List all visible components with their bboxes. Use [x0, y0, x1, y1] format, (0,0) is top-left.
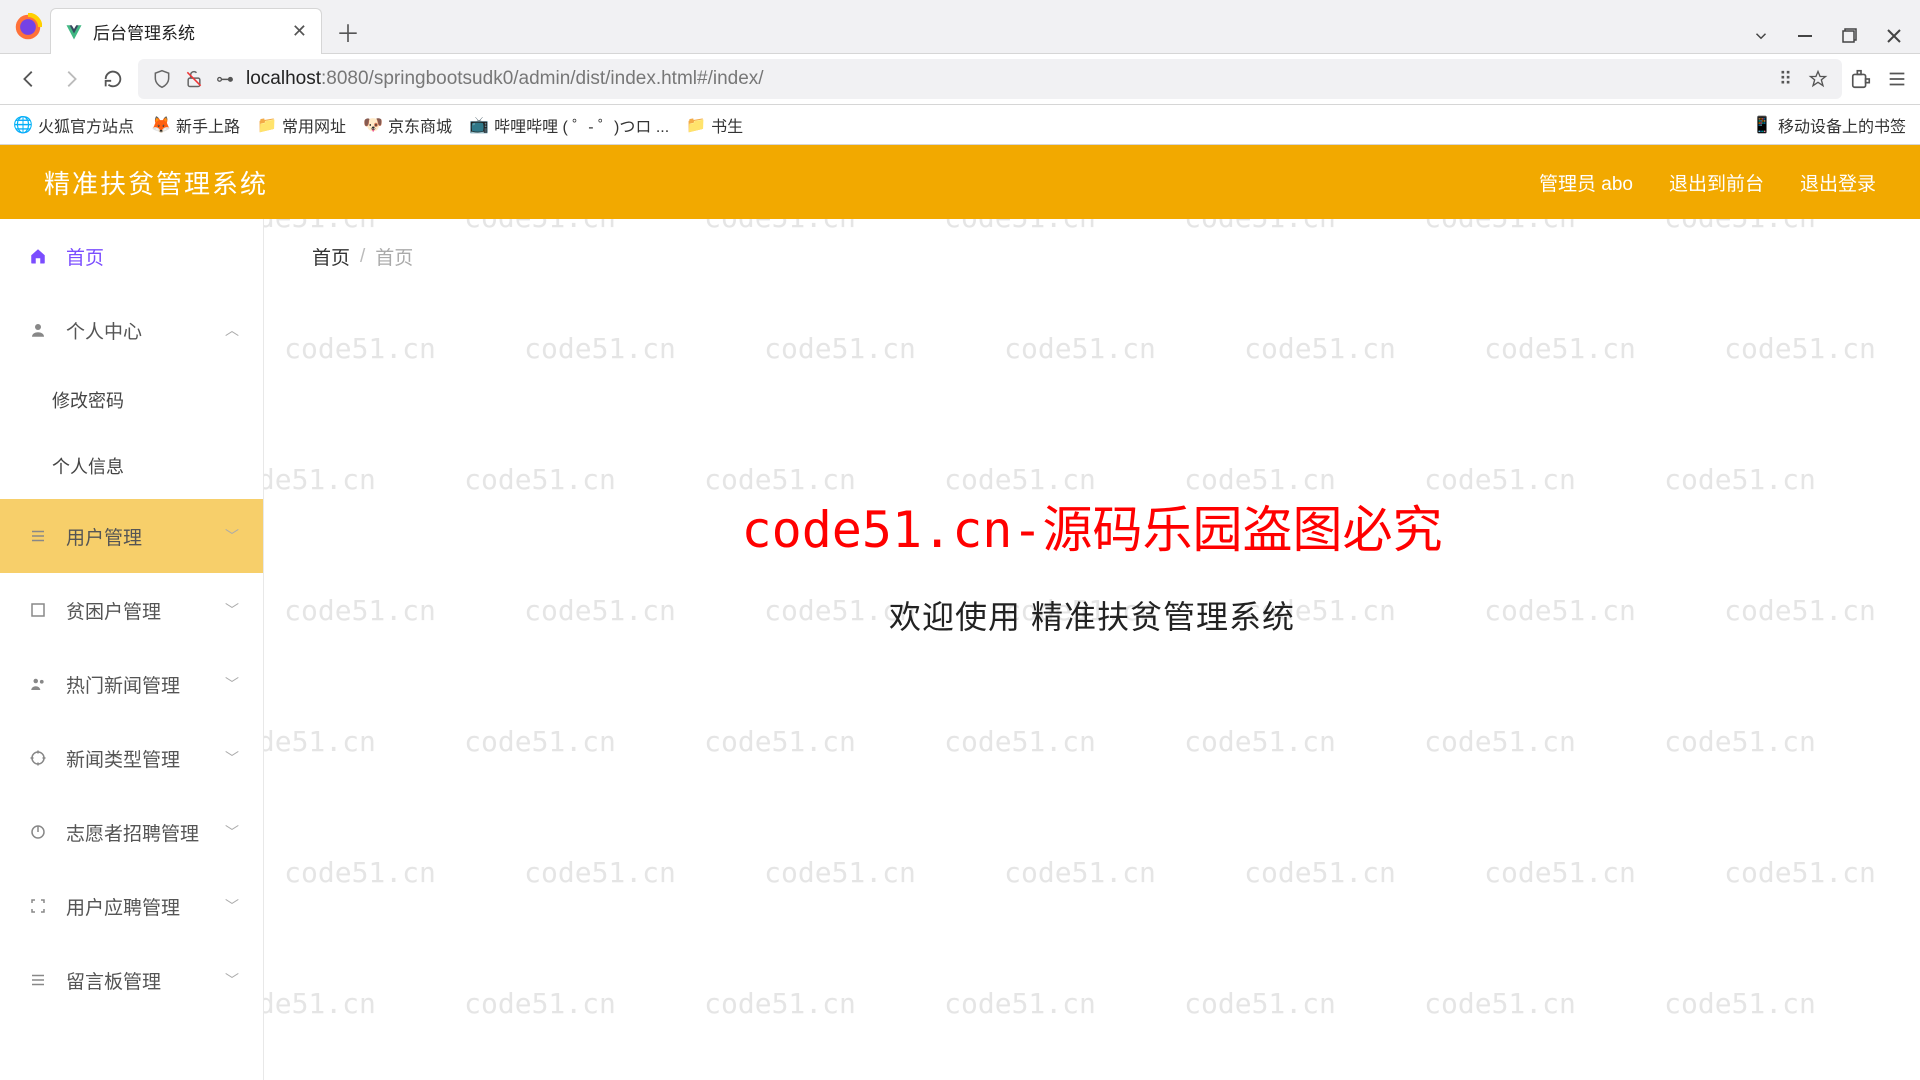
sidebar-item-label: 用户应聘管理 — [66, 893, 180, 920]
sidebar-item-label: 新闻类型管理 — [66, 745, 180, 772]
mobile-icon: 📱 — [1752, 115, 1772, 135]
chevron-down-icon: ﹀ — [225, 896, 239, 916]
chevron-down-icon: ﹀ — [225, 674, 239, 694]
sidebar-item-msgboard[interactable]: 留言板管理 ﹀ — [0, 943, 263, 1017]
sidebar-item-home[interactable]: 首页 — [0, 219, 263, 293]
bookmark-item[interactable]: 📁书生 — [687, 113, 743, 137]
user-label[interactable]: 管理员 abo — [1539, 169, 1633, 196]
jd-icon: 🐶 — [364, 116, 382, 134]
logout-link[interactable]: 退出登录 — [1800, 169, 1876, 196]
app-header: 精准扶贫管理系统 管理员 abo 退出到前台 退出登录 — [0, 145, 1920, 219]
mobile-bookmarks[interactable]: 📱移动设备上的书签 — [1752, 113, 1906, 137]
target-icon — [28, 748, 48, 768]
tab-close-icon[interactable]: ✕ — [292, 21, 307, 42]
sidebar-item-user-mgmt[interactable]: 用户管理 ﹀ — [0, 499, 263, 573]
people-icon — [28, 674, 48, 694]
box-icon — [28, 600, 48, 620]
forward-button[interactable] — [54, 62, 88, 96]
bookmarks-toolbar: 🌐火狐官方站点 🦊新手上路 📁常用网址 🐶京东商城 📺哔哩哔哩 ( ゜- ゜)つ… — [0, 105, 1920, 145]
translate-icon[interactable]: ⠿ — [1779, 69, 1792, 90]
sidebar-item-label: 贫困户管理 — [66, 597, 161, 624]
firefox-logo-icon[interactable] — [6, 5, 50, 49]
sidebar-item-label: 志愿者招聘管理 — [66, 819, 199, 846]
bookmark-item[interactable]: 📁常用网址 — [258, 113, 346, 137]
welcome-text: 欢迎使用 精准扶贫管理系统 — [889, 592, 1295, 638]
shield-icon[interactable] — [152, 69, 172, 89]
back-button[interactable] — [12, 62, 46, 96]
breadcrumb-root[interactable]: 首页 — [312, 243, 350, 270]
sidebar-item-news-type[interactable]: 新闻类型管理 ﹀ — [0, 721, 263, 795]
chevron-down-icon: ﹀ — [225, 748, 239, 768]
url-text: localhost:8080/springbootsudk0/admin/dis… — [246, 68, 764, 90]
new-tab-button[interactable]: ＋ — [330, 13, 366, 49]
watermark-title: code51.cn-源码乐园盗图必究 — [741, 490, 1442, 562]
sidebar-item-apply[interactable]: 用户应聘管理 ﹀ — [0, 869, 263, 943]
window-restore-icon[interactable] — [1842, 28, 1858, 44]
tab-strip: 后台管理系统 ✕ ＋ — [0, 0, 1920, 53]
tab-title: 后台管理系统 — [93, 19, 282, 44]
lock-open-icon[interactable] — [184, 69, 204, 89]
chevron-up-icon: ︿ — [225, 320, 239, 340]
main-content: 首页 / 首页 code51.cn-源码乐园盗图必究 欢迎使用 精准扶贫管理系统 — [264, 219, 1920, 1080]
breadcrumb-current: 首页 — [375, 243, 413, 270]
power-icon — [28, 822, 48, 842]
sidebar-sub-profile-info[interactable]: 个人信息 — [0, 433, 263, 499]
bookmark-item[interactable]: 📺哔哩哔哩 ( ゜- ゜)つロ ... — [470, 113, 669, 137]
bilibili-icon: 📺 — [470, 116, 488, 134]
browser-chrome: 后台管理系统 ✕ ＋ ⊶ localhost:8080/springbootsu… — [0, 0, 1920, 145]
user-icon — [28, 320, 48, 340]
chevron-down-icon: ﹀ — [225, 600, 239, 620]
sidebar-item-profile[interactable]: 个人中心 ︿ — [0, 293, 263, 367]
extensions-icon[interactable] — [1850, 68, 1872, 90]
chevron-down-icon: ﹀ — [225, 970, 239, 990]
sidebar-item-news-mgmt[interactable]: 热门新闻管理 ﹀ — [0, 647, 263, 721]
bookmark-item[interactable]: 🐶京东商城 — [364, 113, 452, 137]
vue-favicon-icon — [65, 23, 83, 41]
app-menu-icon[interactable] — [1886, 68, 1908, 90]
browser-tab-active[interactable]: 后台管理系统 ✕ — [50, 8, 322, 54]
connection-icon[interactable]: ⊶ — [216, 69, 234, 90]
sidebar-item-label: 个人中心 — [66, 317, 142, 344]
reload-button[interactable] — [96, 62, 130, 96]
sidebar-sub-change-password[interactable]: 修改密码 — [0, 367, 263, 433]
sidebar: 首页 个人中心 ︿ 修改密码 个人信息 用户管理 ﹀ 贫困户管理 ﹀ 热门新闻管… — [0, 219, 264, 1080]
folder-icon: 📁 — [687, 116, 705, 134]
bookmark-item[interactable]: 🦊新手上路 — [152, 113, 240, 137]
tabs-dropdown-icon[interactable] — [1752, 27, 1770, 45]
address-bar: ⊶ localhost:8080/springbootsudk0/admin/d… — [0, 53, 1920, 105]
sidebar-item-volunteer[interactable]: 志愿者招聘管理 ﹀ — [0, 795, 263, 869]
breadcrumb: 首页 / 首页 — [312, 243, 1872, 270]
menu-icon — [28, 970, 48, 990]
sidebar-item-label: 用户管理 — [66, 523, 142, 550]
bookmark-star-icon[interactable] — [1808, 69, 1828, 89]
bookmark-item[interactable]: 🌐火狐官方站点 — [14, 113, 134, 137]
list-icon — [28, 526, 48, 546]
window-minimize-icon[interactable] — [1798, 28, 1814, 44]
sidebar-item-label: 留言板管理 — [66, 967, 161, 994]
app-brand: 精准扶贫管理系统 — [44, 164, 268, 201]
chevron-down-icon: ﹀ — [225, 526, 239, 546]
globe-icon: 🌐 — [14, 116, 32, 134]
sidebar-item-label: 热门新闻管理 — [66, 671, 180, 698]
home-icon — [28, 246, 48, 266]
window-close-icon[interactable] — [1886, 28, 1902, 44]
url-input[interactable]: ⊶ localhost:8080/springbootsudk0/admin/d… — [138, 59, 1842, 99]
chevron-down-icon: ﹀ — [225, 822, 239, 842]
window-controls — [1752, 27, 1920, 53]
corners-icon — [28, 896, 48, 916]
to-frontend-link[interactable]: 退出到前台 — [1669, 169, 1764, 196]
breadcrumb-separator: / — [360, 246, 365, 268]
folder-icon: 📁 — [258, 116, 276, 134]
sidebar-item-poor-mgmt[interactable]: 贫困户管理 ﹀ — [0, 573, 263, 647]
firefox-small-icon: 🦊 — [152, 116, 170, 134]
sidebar-item-label: 首页 — [66, 243, 104, 270]
